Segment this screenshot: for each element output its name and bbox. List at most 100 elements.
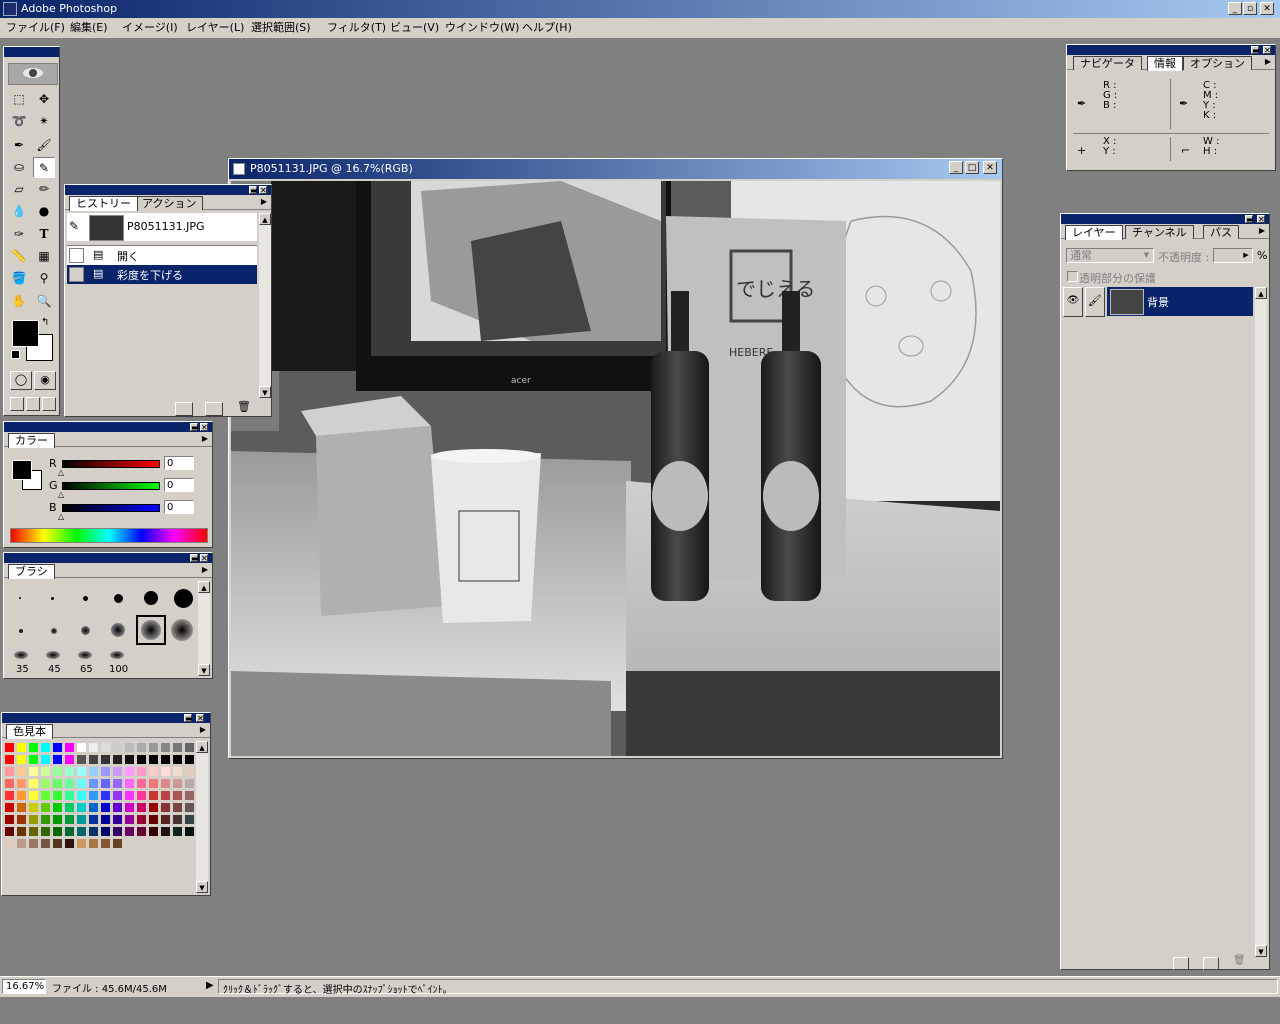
document-title-bar[interactable]: P8051131.JPG @ 16.7%(RGB) _ □ ✕ bbox=[229, 159, 1002, 179]
color-swatch[interactable] bbox=[41, 743, 50, 752]
color-swatch[interactable] bbox=[65, 803, 74, 812]
info-menu-arrow-icon[interactable]: ▶ bbox=[1263, 57, 1273, 67]
color-swatch[interactable] bbox=[161, 779, 170, 788]
color-swatch[interactable] bbox=[125, 779, 134, 788]
default-colors-icon[interactable] bbox=[11, 350, 20, 359]
color-swatch[interactable] bbox=[185, 755, 194, 764]
swatches-menu-arrow-icon[interactable]: ▶ bbox=[198, 725, 208, 735]
color-swatch[interactable] bbox=[89, 815, 98, 824]
tab-brushes[interactable]: ブラシ bbox=[8, 564, 55, 579]
color-swatch[interactable] bbox=[5, 827, 14, 836]
history-close-button[interactable]: ✕ bbox=[259, 186, 267, 195]
color-swatch[interactable] bbox=[149, 815, 158, 824]
color-swatch[interactable] bbox=[41, 779, 50, 788]
doc-minimize-button[interactable]: _ bbox=[949, 161, 963, 174]
preserve-transparency-checkbox[interactable] bbox=[1067, 271, 1078, 282]
eyedropper-tool-icon[interactable]: ⚲ bbox=[33, 268, 55, 289]
tab-navigator[interactable]: ナビゲータ bbox=[1073, 56, 1142, 70]
history-brush-source-icon[interactable]: ✎ bbox=[69, 219, 79, 233]
color-swatch[interactable] bbox=[101, 827, 110, 836]
quick-mask-mode-icon[interactable]: ◉ bbox=[34, 371, 56, 390]
brush-tip[interactable] bbox=[51, 628, 57, 634]
color-swatch[interactable] bbox=[161, 755, 170, 764]
color-swatch[interactable] bbox=[77, 779, 86, 788]
brush-tip[interactable] bbox=[19, 597, 21, 599]
color-swatch[interactable] bbox=[101, 767, 110, 776]
full-screen-menu-icon[interactable] bbox=[26, 397, 40, 411]
blur-tool-icon[interactable]: 💧 bbox=[8, 201, 30, 222]
color-swatch[interactable] bbox=[17, 803, 26, 812]
color-title-bar[interactable]: ▬ ✕ bbox=[4, 422, 212, 432]
color-swatch[interactable] bbox=[137, 779, 146, 788]
history-item-desaturate[interactable]: ▤ 彩度を下げる bbox=[67, 265, 257, 284]
color-swatch[interactable] bbox=[149, 791, 158, 800]
color-swatch[interactable] bbox=[113, 803, 122, 812]
color-swatch[interactable] bbox=[173, 767, 182, 776]
toolbox-title-bar[interactable] bbox=[4, 47, 59, 57]
brushes-title-bar[interactable]: ▬ ✕ bbox=[4, 553, 212, 563]
color-swatch[interactable] bbox=[29, 743, 38, 752]
color-swatch[interactable] bbox=[65, 779, 74, 788]
color-swatch[interactable] bbox=[89, 755, 98, 764]
color-swatch[interactable] bbox=[137, 755, 146, 764]
trash-icon[interactable]: 🗑 bbox=[1233, 955, 1246, 966]
color-swatch[interactable] bbox=[53, 839, 62, 848]
color-swatch[interactable] bbox=[185, 743, 194, 752]
swatches-minimize-button[interactable]: ▬ bbox=[184, 714, 193, 723]
menu-window[interactable]: ウインドウ(W) bbox=[445, 20, 519, 36]
color-swatch[interactable] bbox=[149, 767, 158, 776]
menu-image[interactable]: イメージ(I) bbox=[122, 20, 178, 36]
color-swatch[interactable] bbox=[5, 743, 14, 752]
color-swatch[interactable] bbox=[125, 755, 134, 764]
standard-screen-icon[interactable] bbox=[10, 397, 24, 411]
info-close-button[interactable]: ✕ bbox=[1263, 46, 1271, 55]
chevron-right-icon[interactable]: ▶ bbox=[1241, 250, 1251, 261]
color-swatch[interactable] bbox=[17, 791, 26, 800]
color-swatch[interactable] bbox=[17, 839, 26, 848]
brush-tip[interactable] bbox=[111, 623, 125, 637]
color-swatch[interactable] bbox=[77, 827, 86, 836]
dodge-tool-icon[interactable]: ● bbox=[33, 201, 55, 222]
color-swatch[interactable] bbox=[101, 803, 110, 812]
layers-minimize-button[interactable]: ▬ bbox=[1245, 215, 1254, 224]
history-scrollbar[interactable]: ▲ ▼ bbox=[259, 213, 271, 398]
brush-tip[interactable] bbox=[19, 629, 23, 633]
tab-color[interactable]: カラー bbox=[8, 433, 55, 448]
chevron-down-icon[interactable]: ▼ bbox=[1141, 250, 1152, 261]
type-tool-icon[interactable]: T bbox=[33, 224, 55, 245]
color-swatch[interactable] bbox=[29, 779, 38, 788]
color-minimize-button[interactable]: ▬ bbox=[190, 423, 199, 432]
tab-options[interactable]: オプション bbox=[1183, 56, 1252, 70]
color-swatch[interactable] bbox=[149, 827, 158, 836]
eye-logo-icon[interactable] bbox=[8, 63, 58, 85]
layers-scrollbar[interactable]: ▲ ▼ bbox=[1255, 287, 1267, 957]
tab-paths[interactable]: パス bbox=[1203, 225, 1239, 239]
layer-row-background[interactable]: 👁 🖌 背景 bbox=[1063, 287, 1253, 317]
color-swatch[interactable] bbox=[53, 815, 62, 824]
swap-colors-icon[interactable]: ↰ bbox=[41, 317, 49, 328]
menu-select[interactable]: 選択範囲(S) bbox=[251, 20, 311, 36]
menu-filter[interactable]: フィルタ(T) bbox=[327, 20, 386, 36]
color-swatch[interactable] bbox=[77, 767, 86, 776]
color-swatch[interactable] bbox=[125, 815, 134, 824]
pencil-tool-icon[interactable]: ✏ bbox=[33, 179, 55, 200]
color-swatch[interactable] bbox=[29, 803, 38, 812]
brush-tip[interactable] bbox=[46, 651, 60, 659]
color-swatch[interactable] bbox=[185, 803, 194, 812]
color-swatch[interactable] bbox=[53, 791, 62, 800]
brush-tip[interactable] bbox=[83, 596, 88, 601]
color-swatch[interactable] bbox=[53, 743, 62, 752]
color-swatch[interactable] bbox=[65, 827, 74, 836]
slider-thumb-icon[interactable]: △ bbox=[58, 512, 64, 521]
gradient-tool-icon[interactable]: ▦ bbox=[33, 246, 55, 267]
color-swatch[interactable] bbox=[5, 803, 14, 812]
color-swatch[interactable] bbox=[161, 803, 170, 812]
brushes-scrollbar[interactable]: ▲ ▼ bbox=[198, 581, 210, 676]
lasso-tool-icon[interactable]: ➰ bbox=[8, 111, 30, 132]
brush-tip[interactable] bbox=[114, 594, 123, 603]
brush-tip[interactable] bbox=[144, 591, 158, 605]
info-title-bar[interactable]: ▬ ✕ bbox=[1067, 45, 1275, 55]
zoom-tool-icon[interactable]: 🔍 bbox=[33, 291, 55, 312]
opacity-field[interactable]: ▶ bbox=[1213, 248, 1253, 263]
image-canvas[interactable]: acer でじえる HEBERE bbox=[231, 181, 1000, 756]
